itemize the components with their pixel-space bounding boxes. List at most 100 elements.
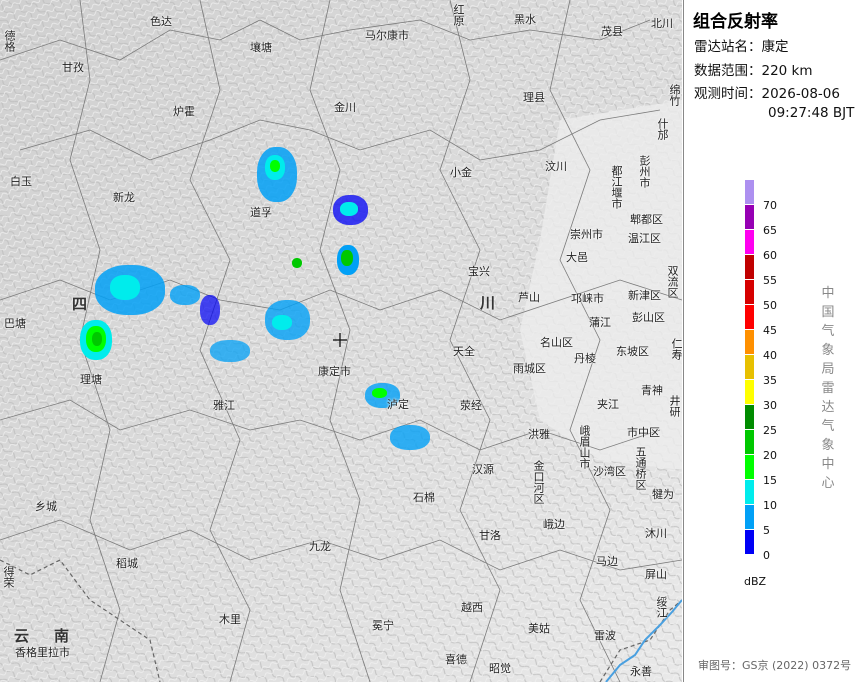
scale-tick-label: 30 [763, 399, 777, 412]
place-label: 北川 [651, 17, 673, 30]
place-label: 小金 [450, 166, 472, 179]
province-label: 南 [54, 627, 70, 645]
scale-tick-label: 65 [763, 224, 777, 237]
province-label: 云 [14, 627, 30, 645]
scale-tick-label: 15 [763, 474, 777, 487]
place-label: 峨眉山市 [578, 425, 591, 469]
scale-tick-label: 10 [763, 499, 777, 512]
place-label: 得荣 [2, 566, 15, 588]
radar-map[interactable]: 德格 色达 壤塘 马尔康市 红原 黑水 茂县 北川 甘孜 炉霍 金川 理县 绵竹… [0, 0, 682, 682]
place-label: 绥江 [655, 596, 668, 618]
place-label: 喜德 [445, 653, 467, 666]
place-label: 雅江 [213, 399, 235, 412]
place-label: 丹棱 [574, 352, 596, 365]
place-label: 市中区 [627, 426, 660, 439]
place-label: 金川 [334, 101, 356, 114]
place-label: 洪雅 [528, 428, 550, 441]
range-value: 220 km [761, 63, 813, 79]
station-value: 康定 [761, 39, 789, 55]
place-label: 巴塘 [4, 317, 26, 330]
color-swatch [745, 180, 754, 204]
place-label: 德格 [3, 30, 16, 52]
scale-tick-label: 0 [763, 549, 770, 562]
time-clock: 09:27:48 BJT [768, 105, 855, 121]
place-label: 蒲江 [589, 316, 611, 329]
scale-tick-label: 50 [763, 299, 777, 312]
color-swatch [745, 455, 754, 479]
product-title: 组合反射率 [693, 12, 778, 32]
province-label: 四 [72, 295, 88, 313]
place-label: 黑水 [514, 13, 536, 26]
place-label: 名山区 [540, 336, 573, 349]
place-label: 双流区 [666, 265, 679, 298]
station-label: 雷达站名： [694, 39, 762, 55]
color-swatch [745, 380, 754, 404]
place-label: 夹江 [597, 398, 619, 411]
place-label: 郫都区 [630, 213, 663, 226]
info-panel: 组合反射率 雷达站名：康定 数据范围：220 km 观测时间：2026-08-0… [683, 0, 860, 682]
place-label: 炉霍 [173, 105, 195, 118]
center-credit: 中国气象局雷达气象中心 [821, 286, 835, 491]
province-label: 川 [480, 294, 496, 312]
place-label: 美姑 [528, 622, 550, 635]
place-label: 石棉 [413, 491, 435, 504]
place-label: 马边 [596, 555, 618, 568]
place-label: 昭觉 [489, 662, 511, 675]
place-label: 越西 [461, 601, 483, 614]
scale-tick-label: 60 [763, 249, 777, 262]
place-label: 木里 [219, 613, 241, 626]
place-label: 东坡区 [616, 345, 649, 358]
place-label: 邛崃市 [571, 292, 604, 305]
place-label: 雷波 [594, 629, 616, 642]
place-label: 金口河区 [532, 460, 545, 504]
map-approval-number: 审图号：GS京 (2022) 0372号 [698, 659, 852, 672]
place-label: 天全 [453, 345, 475, 358]
place-label: 红原 [452, 4, 465, 26]
place-label: 沐川 [645, 527, 667, 540]
color-swatch [745, 230, 754, 254]
place-label: 香格里拉市 [15, 646, 70, 659]
scale-tick-label: 45 [763, 324, 777, 337]
place-label: 乡城 [35, 500, 57, 513]
place-label: 峨边 [543, 518, 565, 531]
legend-unit: dBZ [744, 575, 767, 588]
range-label: 数据范围： [694, 63, 762, 79]
color-swatch [745, 430, 754, 454]
place-label: 彭山区 [632, 311, 665, 324]
station-row: 雷达站名：康定 [694, 38, 789, 57]
scale-tick-label: 55 [763, 274, 777, 287]
color-swatch [745, 205, 754, 229]
place-label: 汶川 [545, 160, 567, 173]
place-label: 马尔康市 [365, 29, 409, 42]
color-swatch [745, 405, 754, 429]
color-swatch [745, 280, 754, 304]
place-label: 甘洛 [479, 529, 501, 542]
color-swatch [745, 305, 754, 329]
color-swatch [745, 505, 754, 529]
place-label: 新津区 [628, 289, 661, 302]
place-label: 色达 [150, 15, 172, 28]
place-label: 白玉 [10, 175, 32, 188]
place-label: 大邑 [566, 251, 588, 264]
scale-tick-label: 25 [763, 424, 777, 437]
place-label: 汉源 [472, 463, 494, 476]
place-label: 青神 [641, 384, 663, 397]
place-label: 温江区 [628, 232, 661, 245]
place-label: 永善 [630, 665, 652, 678]
place-label: 彭州市 [638, 155, 651, 188]
place-label: 犍为 [652, 488, 674, 501]
place-label: 雨城区 [513, 362, 546, 375]
scale-tick-label: 70 [763, 199, 777, 212]
place-label: 稻城 [116, 557, 138, 570]
place-label: 康定市 [318, 365, 351, 378]
place-label: 崇州市 [570, 228, 603, 241]
place-label: 芦山 [518, 291, 540, 304]
color-swatch [745, 530, 754, 554]
place-label: 九龙 [309, 540, 331, 553]
place-label: 道孚 [250, 206, 272, 219]
place-label: 什邡 [656, 118, 669, 140]
place-label: 冕宁 [372, 619, 394, 632]
place-label: 五通桥区 [634, 446, 647, 490]
place-label: 新龙 [113, 191, 135, 204]
range-row: 数据范围：220 km [694, 62, 813, 81]
